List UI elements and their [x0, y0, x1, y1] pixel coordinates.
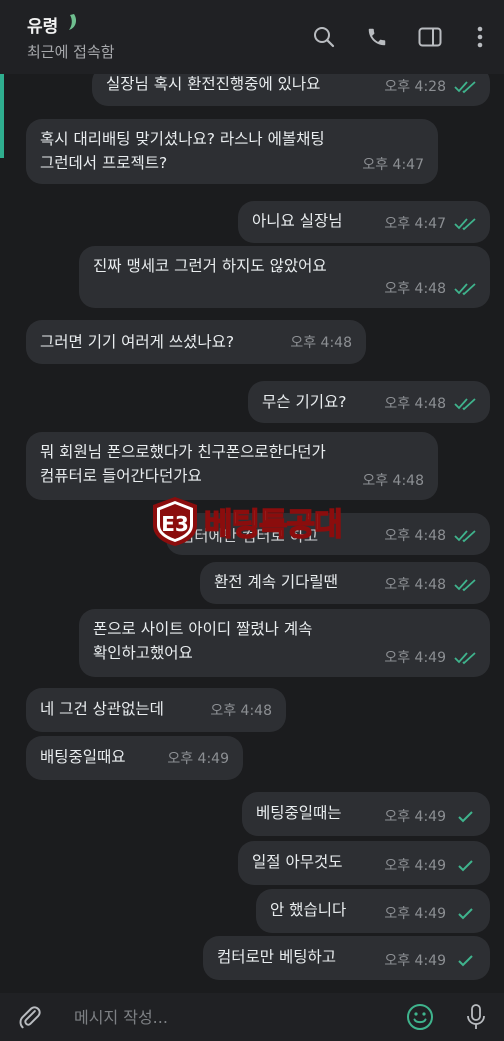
svg-text:E3: E3 [161, 512, 189, 536]
message-time: 오후 4:49 [384, 906, 446, 922]
contact-name: 유령 [27, 17, 59, 37]
message-meta: 오후 4:48 [362, 469, 424, 493]
message-time: 오후 4:48 [290, 335, 352, 351]
message-time: 오후 4:28 [384, 79, 446, 95]
message-bubble-outgoing[interactable]: 환전 계속 기다릴땐 오후 4:48 [200, 562, 490, 604]
message-bubble-incoming[interactable]: 혹시 대리배팅 맞기셨나요? 라스나 에볼채팅 그런데서 프로젝트? 오후 4:… [26, 119, 438, 184]
message-meta: 오후 4:48 [384, 573, 478, 597]
message-time: 오후 4:48 [384, 528, 446, 544]
message-meta: 오후 4:47 [362, 153, 424, 177]
message-meta: 오후 4:48 [210, 699, 272, 723]
watermark-text: 베팅특공대 [203, 506, 343, 544]
message-bubble-outgoing[interactable]: 아니요 실장님 오후 4:47 [238, 201, 490, 243]
message-bubble-outgoing[interactable]: 안 했습니다 오후 4:49 [256, 889, 490, 933]
message-meta: 오후 4:48 [290, 331, 352, 355]
message-bubble-incoming[interactable]: 그러면 기기 여러게 쓰셨나요? 오후 4:48 [26, 320, 366, 364]
message-time: 오후 4:49 [167, 751, 229, 767]
message-time: 오후 4:49 [384, 858, 446, 874]
message-time: 오후 4:48 [210, 703, 272, 719]
double-check-icon [454, 530, 476, 543]
message-time: 오후 4:48 [384, 281, 446, 297]
message-bubble-outgoing[interactable]: 베팅중일때는 오후 4:49 [242, 792, 490, 836]
message-time: 오후 4:47 [362, 157, 424, 173]
message-meta: 오후 4:49 [384, 646, 478, 670]
moon-leaf-icon [66, 12, 78, 37]
message-bubble-outgoing[interactable]: 폰으로 사이트 아이디 짤렸나 계속 확인하고했어요 오후 4:49 [79, 609, 490, 677]
message-text: 진짜 맹세코 그런거 하지도 않았어요 [93, 257, 327, 275]
message-meta: 오후 4:49 [384, 949, 478, 973]
double-check-icon [454, 652, 476, 665]
message-bubble-outgoing[interactable]: 일절 아무것도 오후 4:49 [238, 841, 490, 885]
check-icon [458, 908, 473, 920]
message-time: 오후 4:48 [362, 473, 424, 489]
message-input[interactable] [60, 993, 392, 1041]
emoji-icon[interactable] [392, 993, 448, 1041]
message-bubble-incoming[interactable]: 배팅중일때요 오후 4:49 [26, 736, 243, 780]
message-time: 오후 4:48 [384, 577, 446, 593]
composer-bar [0, 993, 504, 1041]
message-meta: 오후 4:49 [384, 805, 478, 829]
message-bubble-outgoing[interactable]: 실장님 혹시 환전진행중에 있나요 오후 4:28 [92, 74, 490, 106]
double-check-icon [454, 218, 476, 231]
shield-logo-icon: E3 [153, 497, 197, 546]
message-bubble-incoming[interactable]: 뭐 회원님 폰으로했다가 친구폰으로한다던가 컴퓨터로 들어간다던가요 오후 4… [26, 432, 438, 500]
sidebar-panel-icon[interactable] [403, 0, 456, 74]
double-check-icon [454, 398, 476, 411]
contact-status: 최근에 접속함 [27, 43, 115, 61]
message-bubble-incoming[interactable]: 네 그건 상관없는데 오후 4:48 [26, 688, 286, 732]
message-meta: 오후 4:48 [384, 524, 478, 548]
message-time: 오후 4:49 [384, 650, 446, 666]
message-time: 오후 4:49 [384, 953, 446, 969]
phone-icon[interactable] [350, 0, 403, 74]
message-bubble-outgoing[interactable]: 무슨 기기요? 오후 4:48 [248, 381, 490, 423]
microphone-icon[interactable] [448, 993, 504, 1041]
chat-header: 유령 최근에 접속함 [0, 0, 504, 74]
message-meta: 오후 4:49 [167, 747, 229, 771]
message-meta: 오후 4:49 [384, 902, 478, 926]
check-icon [458, 860, 473, 872]
double-check-icon [454, 579, 476, 592]
check-icon [458, 955, 473, 967]
check-icon [458, 811, 473, 823]
message-bubble-outgoing[interactable]: 컴터로만 베팅하고 오후 4:49 [203, 936, 490, 980]
message-meta: 오후 4:28 [384, 75, 478, 99]
double-check-icon [454, 81, 476, 94]
message-meta: 오후 4:48 [384, 392, 478, 416]
message-time: 오후 4:48 [384, 396, 446, 412]
message-time: 오후 4:49 [384, 809, 446, 825]
search-icon[interactable] [297, 0, 350, 74]
paperclip-icon[interactable] [0, 993, 60, 1041]
message-bubble-outgoing[interactable]: 진짜 맹세코 그런거 하지도 않았어요 오후 4:48 [79, 246, 490, 308]
double-check-icon [454, 283, 476, 296]
message-meta: 오후 4:49 [384, 854, 478, 878]
scroll-accent-line [0, 74, 4, 158]
message-time: 오후 4:47 [384, 216, 446, 232]
watermark: E3 베팅특공대 [150, 494, 343, 548]
contact-name-row: 유령 [27, 12, 115, 37]
header-actions [297, 0, 504, 74]
more-menu-icon[interactable] [456, 0, 504, 74]
contact-info[interactable]: 유령 최근에 접속함 [27, 12, 115, 62]
message-meta: 오후 4:47 [384, 212, 478, 236]
message-meta: 오후 4:48 [384, 277, 478, 301]
